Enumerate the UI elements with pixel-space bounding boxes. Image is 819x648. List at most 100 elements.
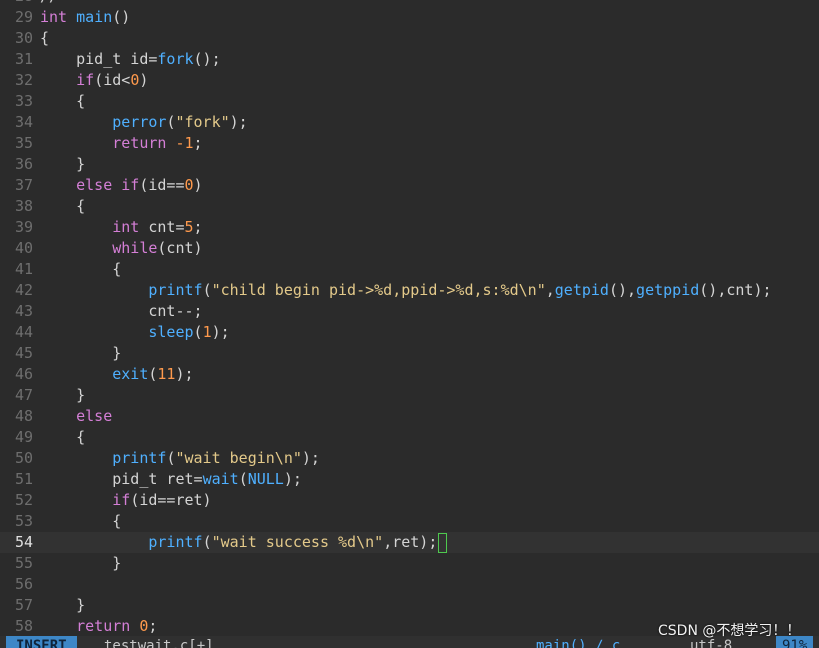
code-line[interactable]: 40 while(cnt) <box>0 238 819 259</box>
line-number: 39 <box>14 218 33 236</box>
code-text: { <box>40 29 49 47</box>
code-token-punct: { <box>40 92 86 110</box>
code-line[interactable]: 50 printf("wait begin\n"); <box>0 448 819 469</box>
code-text: int cnt=5; <box>40 218 202 236</box>
code-line[interactable]: 39 int cnt=5; <box>0 217 819 238</box>
code-token-punct <box>40 407 76 425</box>
code-token-punct: ( <box>202 281 212 299</box>
code-line[interactable]: 45 } <box>0 343 819 364</box>
code-line[interactable]: 42 printf("child begin pid->%d,ppid->%d,… <box>0 280 819 301</box>
code-line[interactable]: 46 exit(11); <box>0 364 819 385</box>
code-token-punct: ( <box>202 533 212 551</box>
line-number: 47 <box>14 386 33 404</box>
code-text: { <box>40 428 85 446</box>
code-token-punct: (id==ret) <box>130 491 212 509</box>
code-token-punct: ( <box>193 323 203 341</box>
code-text: else if(id==0) <box>40 176 202 194</box>
file-name: testwait.c[+] <box>104 638 214 648</box>
code-line[interactable]: 53 { <box>0 511 819 532</box>
code-text: } <box>40 596 85 614</box>
code-token-fn: exit <box>112 365 149 383</box>
code-token-fn: fork <box>157 50 194 68</box>
code-token-num: 5 <box>184 218 194 236</box>
code-token-punct <box>40 113 112 131</box>
code-token-str: "wait begin\n" <box>175 449 302 467</box>
code-text: } <box>40 344 121 362</box>
code-line[interactable]: 29 int main() <box>0 7 819 28</box>
code-line[interactable]: 54 printf("wait success %d\n",ret); <box>0 532 819 553</box>
code-token-punct <box>40 491 112 509</box>
code-token-kw: if <box>121 176 140 194</box>
code-token-punct: ); <box>283 470 302 488</box>
code-token-kw: int <box>112 218 140 236</box>
code-text: cnt--; <box>40 302 203 320</box>
code-text: while(cnt) <box>40 239 202 257</box>
code-line[interactable]: 44 sleep(1); <box>0 322 819 343</box>
code-text: sleep(1); <box>40 323 229 341</box>
code-token-punct: ; <box>193 134 203 152</box>
code-line[interactable]: 36 } <box>0 154 819 175</box>
code-line[interactable]: 35 return -1; <box>0 133 819 154</box>
code-token-punct: cnt--; <box>40 302 203 320</box>
code-token-fn: getppid <box>636 281 700 299</box>
code-token-punct: ; <box>148 617 158 635</box>
code-line[interactable]: 48 else <box>0 406 819 427</box>
line-number: 55 <box>14 554 33 572</box>
code-line[interactable]: 31 pid_t id=fork(); <box>0 49 819 70</box>
line-number: 36 <box>14 155 33 173</box>
line-number: 58 <box>14 617 33 635</box>
mode-indicator: INSERT <box>6 636 77 648</box>
code-line[interactable]: 43 cnt--; <box>0 301 819 322</box>
code-token-punct <box>40 365 112 383</box>
code-line[interactable]: 51 pid_t ret=wait(NULL); <box>0 469 819 490</box>
code-line[interactable]: 33 { <box>0 91 819 112</box>
line-number: 33 <box>14 92 33 110</box>
code-text: { <box>40 260 121 278</box>
line-number: 57 <box>14 596 33 614</box>
code-token-punct: ( <box>238 470 248 488</box>
code-token-punct <box>40 176 76 194</box>
code-line[interactable]: 55 } <box>0 553 819 574</box>
code-line[interactable]: 32 if(id<0) <box>0 70 819 91</box>
line-number: 50 <box>14 449 33 467</box>
code-token-num: 11 <box>157 365 176 383</box>
code-token-kw: if <box>112 491 131 509</box>
code-token-punct: } <box>40 155 86 173</box>
code-token-punct <box>40 617 76 635</box>
code-token-punct: } <box>40 344 122 362</box>
code-text: if(id==ret) <box>40 491 212 509</box>
line-number: 45 <box>14 344 33 362</box>
line-number: 34 <box>14 113 33 131</box>
code-line[interactable]: 41 { <box>0 259 819 280</box>
code-token-punct: } <box>40 554 122 572</box>
code-line[interactable]: 34 perror("fork"); <box>0 112 819 133</box>
code-token-fn: getpid <box>554 281 609 299</box>
line-number: 51 <box>14 470 33 488</box>
code-line[interactable]: 52 if(id==ret) <box>0 490 819 511</box>
code-line[interactable]: 56 <box>0 574 819 595</box>
code-line[interactable]: 28// <box>0 0 819 7</box>
code-token-fn: printf <box>148 533 203 551</box>
code-line[interactable]: 38 { <box>0 196 819 217</box>
code-token-kw: while <box>112 239 158 257</box>
code-token-kw: else <box>76 407 113 425</box>
code-line[interactable]: 49 { <box>0 427 819 448</box>
line-number: 48 <box>14 407 33 425</box>
code-token-num: -1 <box>175 134 194 152</box>
code-token-punct: pid_t ret= <box>40 470 203 488</box>
code-line[interactable]: 57 } <box>0 595 819 616</box>
code-text: } <box>40 386 85 404</box>
code-token-punct <box>112 176 121 194</box>
code-line[interactable]: 37 else if(id==0) <box>0 175 819 196</box>
code-token-num: 0 <box>184 176 194 194</box>
code-text: return -1; <box>40 134 203 152</box>
code-editor[interactable]: 28//29int main()30{31 pid_t id=fork();32… <box>0 0 819 635</box>
code-token-kw: int <box>40 8 68 26</box>
code-token-num: 0 <box>130 71 140 89</box>
code-token-punct: pid_t id= <box>40 50 158 68</box>
code-line[interactable]: 47 } <box>0 385 819 406</box>
code-token-punct: (id< <box>94 71 131 89</box>
code-token-punct: // <box>40 0 58 5</box>
code-line[interactable]: 30 { <box>0 28 819 49</box>
code-text: printf("wait success %d\n",ret); <box>40 533 437 551</box>
